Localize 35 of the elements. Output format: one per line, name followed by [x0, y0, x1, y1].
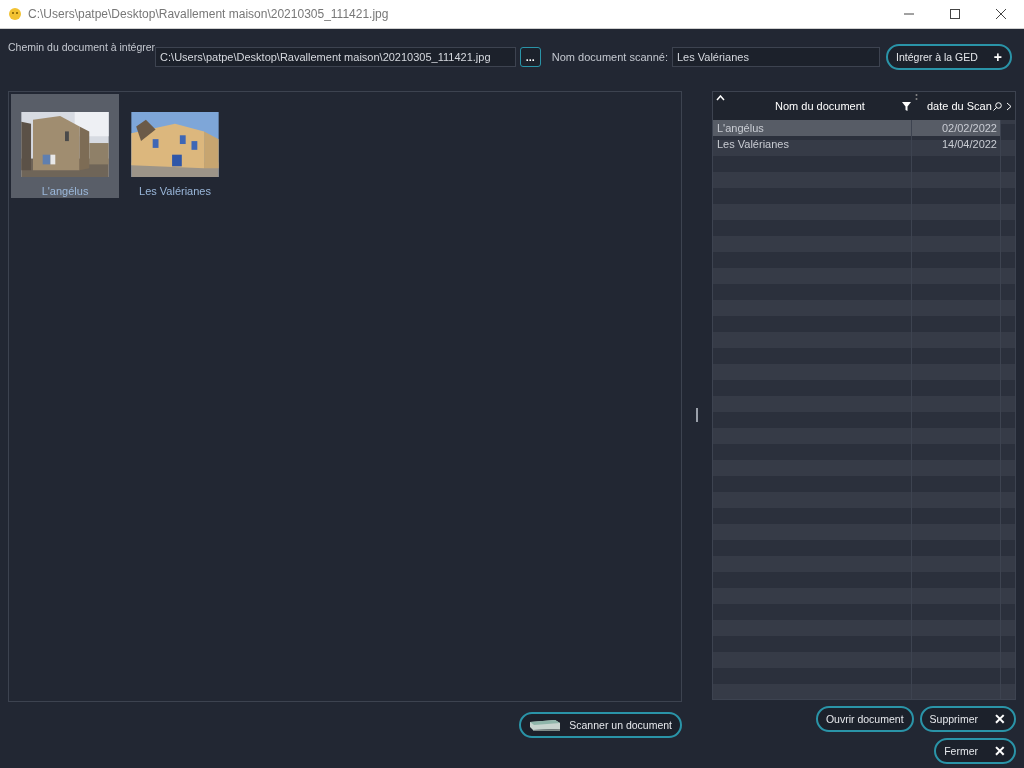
- chevron-right-icon[interactable]: [1006, 101, 1012, 111]
- filter-icon[interactable]: [902, 102, 911, 111]
- table-cell[interactable]: L'angélus: [713, 122, 912, 134]
- thumbnail-caption: Les Valérianes: [139, 185, 211, 197]
- column-header[interactable]: date du Scan: [927, 100, 992, 112]
- search-icon[interactable]: [993, 101, 1002, 111]
- name-field[interactable]: Les Valérianes: [671, 47, 881, 67]
- open-button[interactable]: Ouvrir document: [815, 706, 914, 732]
- integrate-button[interactable]: Intégrer à la GED +: [886, 44, 1012, 70]
- plus-icon: +: [985, 49, 1002, 65]
- app-icon: [8, 7, 22, 21]
- maximize-icon[interactable]: [950, 9, 960, 19]
- table-cell[interactable]: Les Valérianes: [713, 138, 912, 150]
- table-row[interactable]: Les Valérianes 14/04/2022: [713, 136, 1001, 152]
- column-header[interactable]: Nom du document: [775, 100, 865, 112]
- resize-icon: [915, 94, 918, 101]
- path-field[interactable]: C:\Users\patpe\Desktop\Ravallement maison\20210305_111421.jpg: [155, 47, 516, 67]
- field-label: Chemin du document à intégrer: [8, 41, 156, 53]
- splitter-handle[interactable]: [696, 407, 698, 422]
- close-window-button[interactable]: Fermer ✕: [934, 738, 1016, 764]
- table-cell[interactable]: 14/04/2022: [912, 138, 1001, 150]
- close-icon[interactable]: [996, 9, 1006, 19]
- close-icon: ✕: [986, 743, 1006, 759]
- delete-button[interactable]: Supprimer ✕: [919, 706, 1016, 732]
- scanner-icon: [529, 718, 562, 732]
- field-label: Nom document scanné:: [551, 51, 668, 63]
- browse-button[interactable]: ...: [519, 47, 541, 67]
- close-icon: ✕: [986, 711, 1006, 727]
- thumbnail-item[interactable]: Les Valérianes: [121, 94, 229, 198]
- table-cell[interactable]: 02/02/2022: [912, 122, 1001, 134]
- collapse-icon[interactable]: [716, 95, 725, 101]
- scan-button[interactable]: Scanner un document: [519, 712, 682, 738]
- table-row[interactable]: L'angélus 02/02/2022: [713, 120, 1001, 136]
- window-title: C:\Users\patpe\Desktop\Ravallement maison\20210305_111421.jpg: [28, 7, 390, 21]
- thumbnail-caption: L'angélus: [41, 185, 89, 197]
